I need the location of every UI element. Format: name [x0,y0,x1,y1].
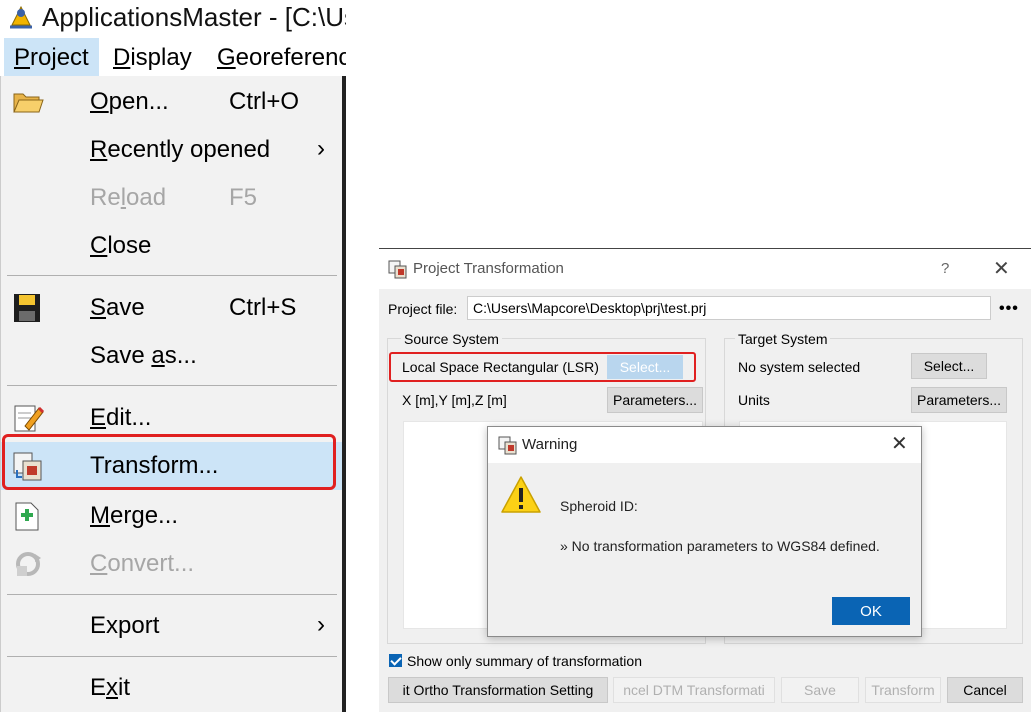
menu-convert-label: onvert... [107,550,195,577]
menu-item-export[interactable]: Export › [1,602,343,650]
merge-icon [15,502,39,531]
warning-triangle-icon [501,476,541,513]
project-file-field[interactable]: C:\Users\Mapcore\Desktop\prj\test.prj [467,296,991,320]
menu-item-convert: Convert... [1,540,343,588]
menubar-project-label: roject [30,44,89,71]
menubar-georeferencing[interactable]: Georeferenc [207,38,346,76]
dialog-title: Project Transformation [413,260,564,277]
menubar-display-label: isplay [130,44,192,71]
close-button[interactable]: ✕ [993,249,1010,289]
menu-merge-accel: M [90,502,110,529]
annotation-highlight-transform [2,434,336,490]
warning-message-line2: » No transformation parameters to WGS84 … [560,538,880,554]
menu-separator [7,385,337,386]
menu-item-merge[interactable]: Merge... [1,492,343,540]
menu-reload-shortcut: F5 [229,184,258,211]
menu-edit-label: dit... [106,404,152,431]
help-button[interactable]: ? [941,249,949,289]
save-button: Save [781,677,859,703]
menu-item-recently-opened[interactable]: Recently opened › [1,126,343,174]
transform-button: Transform [865,677,941,703]
warning-close-button[interactable]: ✕ [891,427,908,461]
menubar-project-accel: P [14,44,31,71]
menu-exit-label: it [118,674,131,701]
menu-close-accel: C [90,232,108,259]
warning-title: Warning [522,436,578,453]
menu-recent-accel: R [90,136,108,163]
convert-icon [16,552,41,576]
ortho-transformation-settings-button[interactable]: it Ortho Transformation Setting [388,677,608,703]
menu-separator [7,594,337,595]
chevron-right-icon: › [317,135,325,162]
dtm-transformation-button: ncel DTM Transformati [613,677,775,703]
menu-reload-pre: Re [90,184,121,211]
application-window: ApplicationsMaster - [C:\Us Project Disp… [0,0,346,712]
menu-reload-label: oad [126,184,167,211]
menu-exit-accel: x [106,674,119,701]
menubar-display-accel: D [113,44,131,71]
chevron-right-icon: › [317,611,325,638]
menu-open-shortcut: Ctrl+O [229,88,300,115]
menu-edit-accel: E [90,404,107,431]
target-units: Units [738,392,770,408]
menu-export-label: Export [90,612,160,639]
menu-close-label: lose [107,232,152,259]
annotation-highlight-source-system [389,352,696,382]
menu-item-save-as[interactable]: Save as... [1,332,343,380]
edit-pencil-icon [14,405,45,432]
browse-button[interactable]: ••• [999,301,1019,317]
target-parameters-button[interactable]: Parameters... [911,387,1007,413]
menu-open-label: pen... [108,88,169,115]
menu-item-save[interactable]: Save Ctrl+S [1,284,343,332]
window-titlebar: ApplicationsMaster - [C:\Us [0,0,346,36]
window-divider [342,76,346,712]
menu-saveas-accel: a [151,342,165,369]
menu-convert-accel: C [90,550,108,577]
menu-separator [7,656,337,657]
ok-button[interactable]: OK [832,597,910,625]
menu-item-close[interactable]: Close [1,222,343,270]
menu-separator [7,275,337,276]
warning-titlebar: Warning ✕ [488,427,921,463]
menu-bar: Project Display Georeferenc [0,38,346,76]
project-file-label: Project file: [388,301,458,317]
menu-recent-label: ecently opened [107,136,271,163]
menu-save-shortcut: Ctrl+S [229,294,297,321]
project-menu-dropdown: Open... Ctrl+O Recently opened › Reload … [0,76,343,712]
menubar-georeferencing-accel: G [217,44,236,71]
transform-icon [498,436,517,455]
menu-item-exit[interactable]: Exit [1,664,343,712]
summary-checkbox[interactable] [389,654,402,667]
menubar-display[interactable]: Display [103,38,202,76]
summary-checkbox-label: Show only summary of transformation [407,653,642,669]
cancel-button[interactable]: Cancel [947,677,1023,703]
source-units: X [m],Y [m],Z [m] [402,392,507,408]
menubar-project[interactable]: Project [4,38,99,76]
app-logo-icon [10,5,32,29]
menu-save-label: ave [106,294,145,321]
floppy-disk-icon [14,294,40,322]
target-select-button[interactable]: Select... [911,353,987,379]
folder-open-icon [13,93,44,113]
menu-item-reload: Reload F5 [1,174,343,222]
warning-dialog: Warning ✕ Spheroid ID: » No transformati… [487,426,922,637]
menu-merge-label: erge... [110,502,179,529]
target-system-name: No system selected [738,359,861,375]
transform-icon [388,260,407,279]
source-parameters-button[interactable]: Parameters... [607,387,703,413]
menu-open-accel: O [90,88,109,115]
warning-message-line1: Spheroid ID: [560,498,638,514]
dialog-titlebar: Project Transformation ? ✕ [379,249,1031,289]
target-system-label: Target System [735,329,831,349]
window-title: ApplicationsMaster - [C:\Us [42,2,346,32]
menu-saveas-label: s... [164,342,197,369]
source-system-label: Source System [401,329,502,349]
menu-item-open[interactable]: Open... Ctrl+O [1,78,343,126]
menu-saveas-pre: Save [90,342,152,369]
menubar-georeferencing-label: eoreferenc [235,44,346,71]
menu-save-accel: S [90,294,107,321]
menu-exit-pre: E [90,674,107,701]
